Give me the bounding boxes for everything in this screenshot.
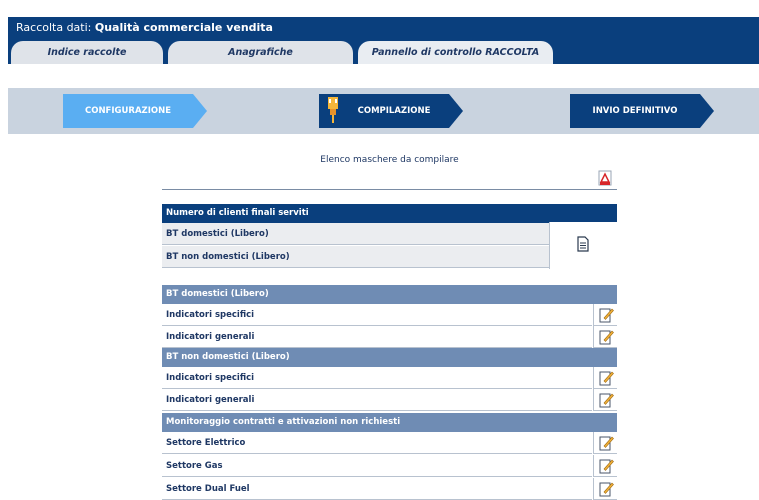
step-label: COMPILAZIONE <box>357 106 431 116</box>
clients-row: BT non domestici (Libero) <box>162 246 549 268</box>
clients-row: BT domestici (Libero) <box>162 223 549 245</box>
step-label: CONFIGURAZIONE <box>84 106 172 116</box>
section-header: BT non domestici (Libero) <box>162 348 617 367</box>
steps-bar: CONFIGURAZIONE COMPILAZIONE INVIO DEFINI… <box>8 88 759 134</box>
divider <box>162 189 617 190</box>
edit-icon <box>599 330 614 345</box>
list-item: Settore Gas <box>162 455 592 477</box>
edit-button[interactable] <box>593 304 617 326</box>
step-label: INVIO DEFINITIVO <box>592 106 678 116</box>
step-invio-definitivo[interactable]: INVIO DEFINITIVO <box>570 94 714 128</box>
step-arrow <box>700 94 714 128</box>
page-title: Qualità commerciale vendita <box>94 21 273 34</box>
edit-button[interactable] <box>593 367 617 389</box>
edit-button[interactable] <box>593 432 617 454</box>
tab-bar: Indice raccolte Anagrafiche Pannello di … <box>8 39 759 64</box>
edit-button[interactable] <box>593 478 617 500</box>
step-arrow <box>193 94 207 128</box>
clients-header: Numero di clienti finali serviti <box>162 204 617 223</box>
step-arrow <box>449 94 463 128</box>
tab-anagrafiche[interactable]: Anagrafiche <box>168 41 353 64</box>
pdf-icon[interactable] <box>598 170 612 186</box>
tab-indice-raccolte[interactable]: Indice raccolte <box>11 41 163 64</box>
edit-icon <box>599 482 614 497</box>
edit-icon <box>599 371 614 386</box>
list-title: Elenco maschere da compilare <box>320 155 459 165</box>
section-header: BT domestici (Libero) <box>162 285 617 304</box>
document-icon[interactable] <box>576 236 590 252</box>
edit-icon <box>599 436 614 451</box>
list-item: Indicatori generali <box>162 326 592 348</box>
edit-button[interactable] <box>593 389 617 411</box>
step-compilazione[interactable]: COMPILAZIONE <box>319 94 463 128</box>
tab-pannello-controllo[interactable]: Pannello di controllo RACCOLTA <box>358 41 553 64</box>
step-configurazione[interactable]: CONFIGURAZIONE <box>63 94 207 128</box>
edit-icon <box>599 308 614 323</box>
list-item: Indicatori specifici <box>162 304 592 326</box>
list-item: Indicatori specifici <box>162 367 592 389</box>
header-prefix: Raccolta dati: <box>16 21 92 34</box>
top-bar: Raccolta dati: Qualità commerciale vendi… <box>8 17 759 39</box>
edit-icon <box>599 393 614 408</box>
list-item: Indicatori generali <box>162 389 592 411</box>
edit-button[interactable] <box>593 455 617 477</box>
edit-icon <box>599 459 614 474</box>
list-item: Settore Elettrico <box>162 432 592 454</box>
section-header: Monitoraggio contratti e attivazioni non… <box>162 413 617 432</box>
list-item: Settore Dual Fuel <box>162 478 592 500</box>
edit-button[interactable] <box>593 326 617 348</box>
